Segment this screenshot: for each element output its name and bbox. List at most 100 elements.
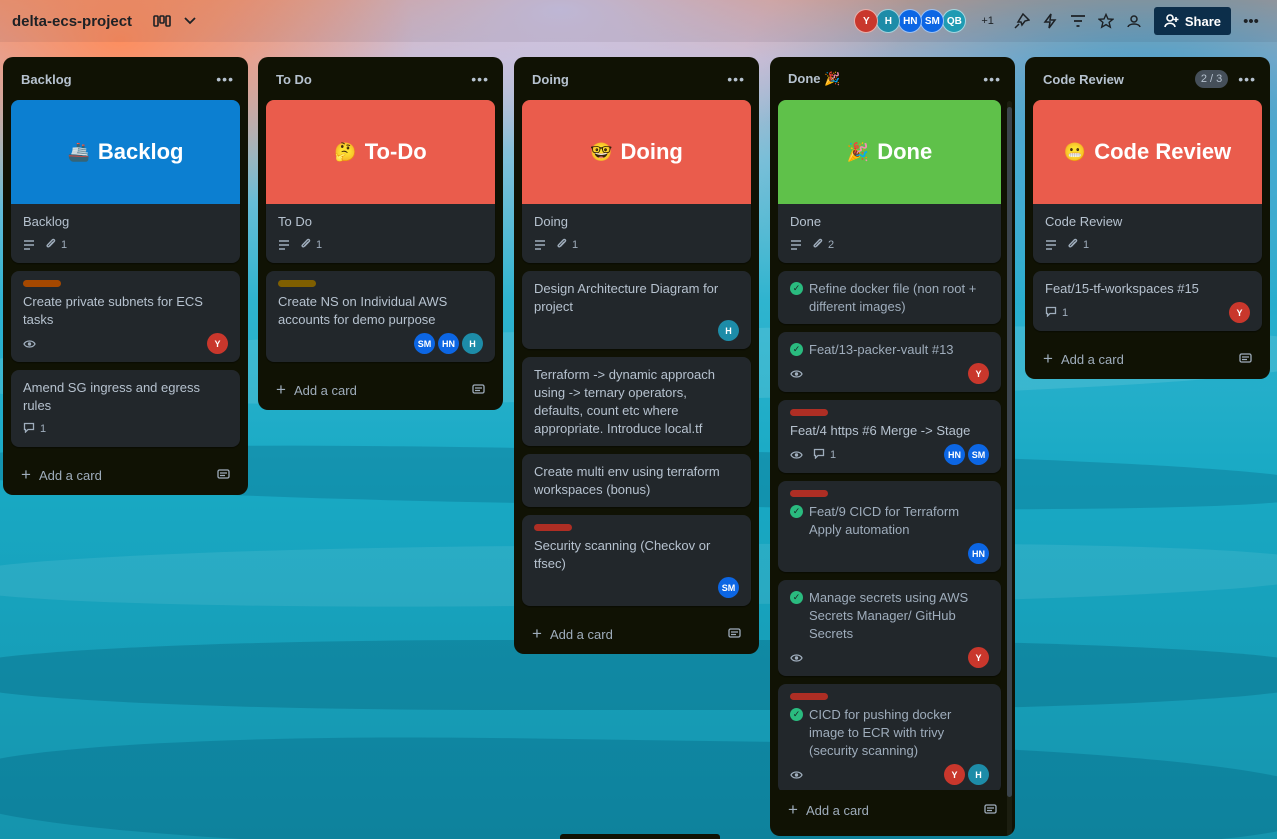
list-menu-icon[interactable]: ••• <box>216 71 234 87</box>
list-title[interactable]: Code Review <box>1043 72 1124 87</box>
member-avatar[interactable]: QB <box>942 9 967 33</box>
share-button[interactable]: Share <box>1153 7 1231 35</box>
add-card-button[interactable]: + Add a card <box>11 455 240 495</box>
card-title: Done <box>790 214 822 229</box>
member-avatar[interactable]: Y <box>207 333 228 354</box>
card-title: Doing <box>534 214 568 229</box>
card[interactable]: ✓ Feat/13-packer-vault #13 Y <box>778 332 1001 392</box>
list-menu-icon[interactable]: ••• <box>1238 71 1256 87</box>
complete-check-icon[interactable]: ✓ <box>790 708 803 721</box>
card[interactable]: Create NS on Individual AWS accounts for… <box>266 271 495 362</box>
cover-card[interactable]: 😬 Code Review Code Review 1 <box>1033 100 1262 263</box>
member-avatar[interactable]: H <box>718 320 739 341</box>
card-badges: 1 <box>278 238 322 253</box>
card-title: Feat/15-tf-workspaces #15 <box>1045 281 1199 296</box>
complete-check-icon[interactable]: ✓ <box>790 343 803 356</box>
add-card-label: Add a card <box>805 802 869 818</box>
card[interactable]: ✓ Feat/9 CICD for Terraform Apply automat… <box>778 481 1001 572</box>
member-avatar[interactable]: HN <box>438 333 459 354</box>
card-members: SM <box>718 577 739 598</box>
card-label[interactable] <box>790 490 828 497</box>
list-menu-icon[interactable]: ••• <box>727 71 745 87</box>
create-from-template-icon[interactable] <box>217 468 230 483</box>
card[interactable]: Create private subnets for ECS tasks Y <box>11 271 240 362</box>
member-avatar[interactable]: Y <box>968 647 989 668</box>
member-avatar[interactable]: H <box>462 333 483 354</box>
list-menu-icon[interactable]: ••• <box>471 71 489 87</box>
cover-card[interactable]: 🤓 Doing Doing 1 <box>522 100 751 263</box>
visibility-icon[interactable] <box>1120 7 1148 35</box>
list-title[interactable]: To Do <box>276 72 312 87</box>
add-card-button[interactable]: + Add a card <box>266 370 495 410</box>
card-title: To Do <box>278 214 312 229</box>
card[interactable]: Amend SG ingress and egress rules 1 <box>11 370 240 447</box>
card-title: Feat/4 https #6 Merge -> Stage <box>790 423 971 438</box>
extra-members-count[interactable]: +1 <box>981 15 994 27</box>
member-avatar[interactable]: Y <box>944 764 965 785</box>
card-cover: 🤓 Doing <box>522 100 751 204</box>
member-avatar[interactable]: Y <box>854 9 879 33</box>
create-from-template-icon[interactable] <box>1239 352 1252 367</box>
card-title: Feat/13-packer-vault #13 <box>809 342 954 357</box>
member-avatar[interactable]: Y <box>1229 302 1250 323</box>
member-avatar[interactable]: SM <box>414 333 435 354</box>
card-label[interactable] <box>23 280 61 287</box>
member-avatar[interactable]: HN <box>944 444 965 465</box>
member-avatar[interactable]: SM <box>968 444 989 465</box>
add-card-button[interactable]: + Add a card <box>522 614 751 654</box>
card-label[interactable] <box>534 524 572 531</box>
board-title[interactable]: delta-ecs-project <box>12 13 132 30</box>
card-label[interactable] <box>790 693 828 700</box>
card[interactable]: ✓ Refine docker file (non root + differen… <box>778 271 1001 324</box>
list-title[interactable]: Backlog <box>21 72 72 87</box>
list-title[interactable]: Doing <box>532 72 569 87</box>
card[interactable]: Feat/4 https #6 Merge -> Stage 1 HN SM <box>778 400 1001 473</box>
complete-check-icon[interactable]: ✓ <box>790 591 803 604</box>
board-menu-icon[interactable]: ••• <box>1237 13 1265 30</box>
horizontal-scrollbar[interactable] <box>560 834 720 839</box>
card-title: Design Architecture Diagram for project <box>534 281 719 314</box>
filter-icon[interactable] <box>1064 7 1092 35</box>
chevron-down-icon[interactable] <box>176 7 204 35</box>
member-avatar[interactable]: SM <box>920 9 945 33</box>
card[interactable]: Terraform -> dynamic approach using -> t… <box>522 357 751 446</box>
add-card-button[interactable]: + Add a card <box>1033 339 1262 379</box>
card-label[interactable] <box>278 280 316 287</box>
member-avatar[interactable]: SM <box>718 577 739 598</box>
automation-icon[interactable] <box>1036 7 1064 35</box>
card[interactable]: Security scanning (Checkov or tfsec) SM <box>522 515 751 606</box>
card-members: HN <box>968 543 989 564</box>
card[interactable]: ✓ CICD for pushing docker image to ECR wi… <box>778 684 1001 790</box>
star-icon[interactable] <box>1092 7 1120 35</box>
cover-card[interactable]: 🤔 To-Do To Do 1 <box>266 100 495 263</box>
card[interactable]: ✓ Manage secrets using AWS Secrets Manage… <box>778 580 1001 676</box>
description-icon <box>1045 240 1057 250</box>
cover-card[interactable]: 🎉 Done Done 2 <box>778 100 1001 263</box>
complete-check-icon[interactable]: ✓ <box>790 282 803 295</box>
member-avatar[interactable]: H <box>968 764 989 785</box>
member-avatar[interactable]: H <box>876 9 901 33</box>
card-label[interactable] <box>790 409 828 416</box>
member-avatar[interactable]: HN <box>968 543 989 564</box>
board-members[interactable]: Y H HN SM QB <box>854 9 967 33</box>
create-from-template-icon[interactable] <box>472 383 485 398</box>
card-cover: 🚢 Backlog <box>11 100 240 204</box>
add-card-button[interactable]: + Add a card <box>778 790 1007 830</box>
card[interactable]: Feat/15-tf-workspaces #15 1 Y <box>1033 271 1262 331</box>
board-view-icon[interactable] <box>148 7 176 35</box>
list-menu-icon[interactable]: ••• <box>983 71 1001 87</box>
create-from-template-icon[interactable] <box>728 627 741 642</box>
plus-icon: + <box>21 465 31 484</box>
complete-check-icon[interactable]: ✓ <box>790 505 803 518</box>
card[interactable]: Design Architecture Diagram for project H <box>522 271 751 349</box>
create-from-template-icon[interactable] <box>984 803 997 818</box>
card-limit-badge: 2 / 3 <box>1194 70 1229 88</box>
list-header: Doing ••• <box>522 65 751 93</box>
card[interactable]: Create multi env using terraform workspa… <box>522 454 751 507</box>
scrollbar-thumb[interactable] <box>1007 107 1012 797</box>
power-ups-icon[interactable] <box>1008 7 1036 35</box>
list-title[interactable]: Done 🎉 <box>788 71 840 87</box>
member-avatar[interactable]: HN <box>898 9 923 33</box>
member-avatar[interactable]: Y <box>968 363 989 384</box>
cover-card[interactable]: 🚢 Backlog Backlog 1 <box>11 100 240 263</box>
